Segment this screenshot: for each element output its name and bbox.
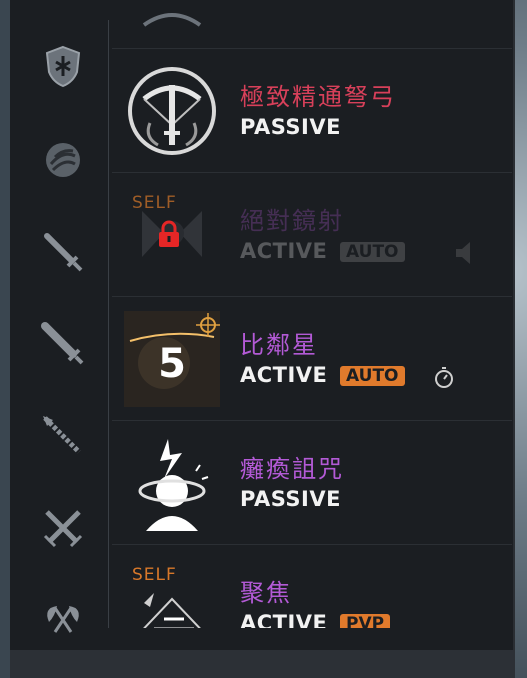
partial-skill-icon [124,0,220,37]
skill-list: 極致精通弩弓 PASSIVE SELF 絕對鏡射 ACTIVE AUTO 5 比… [112,0,512,628]
timer-icon [435,367,453,388]
skill-type: PASSIVE [240,487,341,511]
self-tag: SELF [132,565,177,585]
skill-type: ACTIVE [240,239,328,263]
spear-icon[interactable] [41,414,85,458]
paralysis-curse-icon [124,435,220,531]
pvp-badge: PVP [340,614,391,628]
skill-name: 癱瘓詛咒 [240,455,344,483]
skill-row[interactable]: 5 比鄰星 ACTIVE AUTO [112,296,512,419]
volume-icon [456,242,470,264]
icon-number: 5 [158,341,186,387]
sidebar-divider [108,20,109,628]
crossbow-icon [124,63,220,159]
skill-type: ACTIVE [240,611,328,628]
self-tag: SELF [132,193,177,213]
skill-type: PASSIVE [240,115,341,139]
skill-type: ACTIVE [240,363,328,387]
double-axe-icon[interactable] [41,592,85,636]
skill-row-locked[interactable]: SELF 絕對鏡射 ACTIVE AUTO [112,172,512,295]
shield-icon[interactable] [41,44,85,88]
skill-name: 比鄰星 [240,331,318,359]
skill-row[interactable]: SELF 聚焦 ACTIVE PVP [112,544,512,628]
short-sword-icon[interactable] [41,230,85,274]
bottom-bar [10,650,515,678]
skill-row[interactable]: 癱瘓詛咒 PASSIVE [112,420,512,543]
greatsword-icon[interactable] [41,322,85,366]
proxima-star-icon: 5 [124,311,220,407]
skill-name: 絕對鏡射 [240,207,344,235]
skill-name: 聚焦 [240,579,292,607]
orb-icon[interactable] [41,138,85,182]
crossed-swords-icon[interactable] [41,506,85,550]
auto-badge: AUTO [340,242,405,262]
skill-row[interactable]: 極致精通弩弓 PASSIVE [112,48,512,171]
lock-icon [159,220,179,247]
skill-row-partial[interactable] [112,0,512,49]
weapon-category-sidebar [10,0,108,633]
skill-name: 極致精通弩弓 [240,83,396,111]
auto-badge: AUTO [340,366,405,386]
